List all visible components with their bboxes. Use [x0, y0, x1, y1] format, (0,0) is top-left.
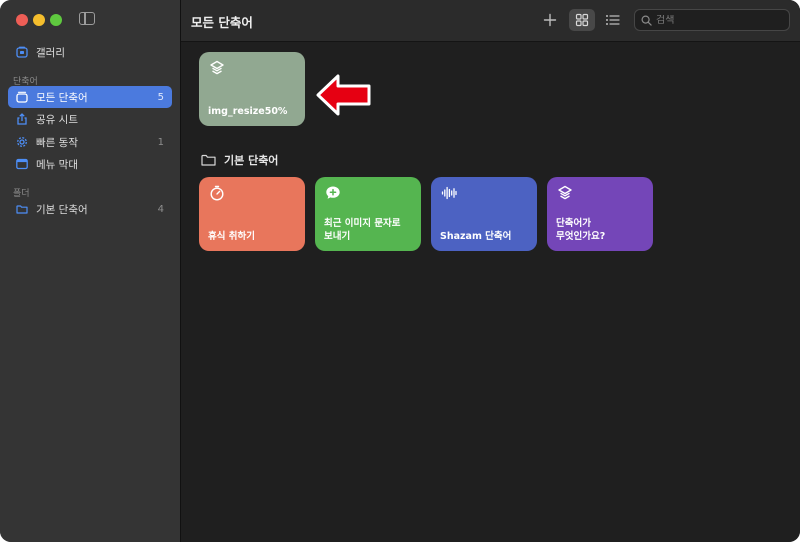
layers-icon	[210, 60, 224, 75]
shortcut-card-img-resize[interactable]: img_resize50%	[199, 52, 305, 126]
waveform-icon	[441, 186, 457, 200]
sidebar-item-count: 4	[157, 203, 164, 215]
zoom-window-button[interactable]	[50, 14, 62, 26]
layers-icon	[558, 185, 572, 200]
add-shortcut-button[interactable]	[537, 9, 563, 31]
sidebar-item-count: 5	[157, 91, 164, 103]
timer-icon	[210, 185, 224, 201]
folder-icon	[201, 154, 216, 166]
sidebar-item-label: 공유 시트	[36, 113, 78, 126]
sidebar-item-share-sheet[interactable]: 공유 시트	[8, 108, 172, 130]
toolbar: 모든 단축어	[181, 0, 800, 42]
app-window: 갤러리 단축어 모든 단축어 5 공유 시트 빠른 동작 1 메뉴 막대 폴더 …	[0, 0, 800, 542]
card-label: 휴식 취하기	[208, 231, 256, 242]
sidebar-item-gallery[interactable]: 갤러리	[8, 41, 172, 63]
search-field[interactable]	[634, 9, 790, 31]
card-label: Shazam 단축어	[440, 231, 512, 242]
plus-icon	[543, 13, 557, 27]
sidebar-item-quick-actions[interactable]: 빠른 동작 1	[8, 131, 172, 153]
all-shortcuts-icon	[16, 91, 28, 103]
gear-icon	[16, 136, 28, 148]
section-title: 기본 단축어	[224, 154, 279, 167]
sidebar: 갤러리 단축어 모든 단축어 5 공유 시트 빠른 동작 1 메뉴 막대 폴더 …	[0, 0, 181, 542]
grid-view-button[interactable]	[569, 9, 595, 31]
sidebar-item-label: 메뉴 막대	[36, 158, 78, 171]
minimize-window-button[interactable]	[33, 14, 45, 26]
sidebar-item-all-shortcuts[interactable]: 모든 단축어 5	[8, 86, 172, 108]
list-view-button[interactable]	[599, 9, 625, 31]
shortcut-card-what-are-shortcuts[interactable]: 단축어가 무엇인가요?	[547, 177, 653, 251]
sidebar-item-label: 빠른 동작	[36, 136, 78, 149]
arrow-annotation-icon	[316, 74, 371, 116]
menubar-icon	[16, 158, 28, 170]
close-window-button[interactable]	[16, 14, 28, 26]
message-plus-icon	[326, 186, 340, 199]
sidebar-item-count: 1	[157, 136, 164, 148]
folder-section-header: 기본 단축어	[201, 152, 278, 168]
folder-icon	[16, 203, 28, 215]
sidebar-item-label: 갤러리	[36, 46, 65, 59]
shortcut-card-send-recent-image[interactable]: 최근 이미지 문자로 보내기	[315, 177, 421, 251]
sidebar-item-folder-basic[interactable]: 기본 단축어 4	[8, 198, 172, 220]
sidebar-toggle-icon[interactable]	[79, 12, 95, 25]
card-label: img_resize50%	[208, 106, 288, 117]
share-icon	[16, 113, 28, 125]
main-content: 모든 단축어 img_resize50%	[181, 0, 800, 542]
shortcut-card-take-a-break[interactable]: 휴식 취하기	[199, 177, 305, 251]
page-title: 모든 단축어	[191, 15, 253, 30]
gallery-icon	[16, 46, 28, 58]
search-icon	[641, 14, 652, 26]
card-label: 단축어가 무엇인가요?	[556, 218, 606, 242]
search-input[interactable]	[656, 14, 776, 26]
list-icon	[605, 15, 620, 25]
sidebar-item-label: 기본 단축어	[36, 203, 88, 216]
shortcut-card-shazam[interactable]: Shazam 단축어	[431, 177, 537, 251]
sidebar-item-label: 모든 단축어	[36, 91, 88, 104]
sidebar-item-menu-bar[interactable]: 메뉴 막대	[8, 153, 172, 175]
grid-icon	[575, 13, 589, 27]
card-label: 최근 이미지 문자로 보내기	[324, 218, 401, 242]
